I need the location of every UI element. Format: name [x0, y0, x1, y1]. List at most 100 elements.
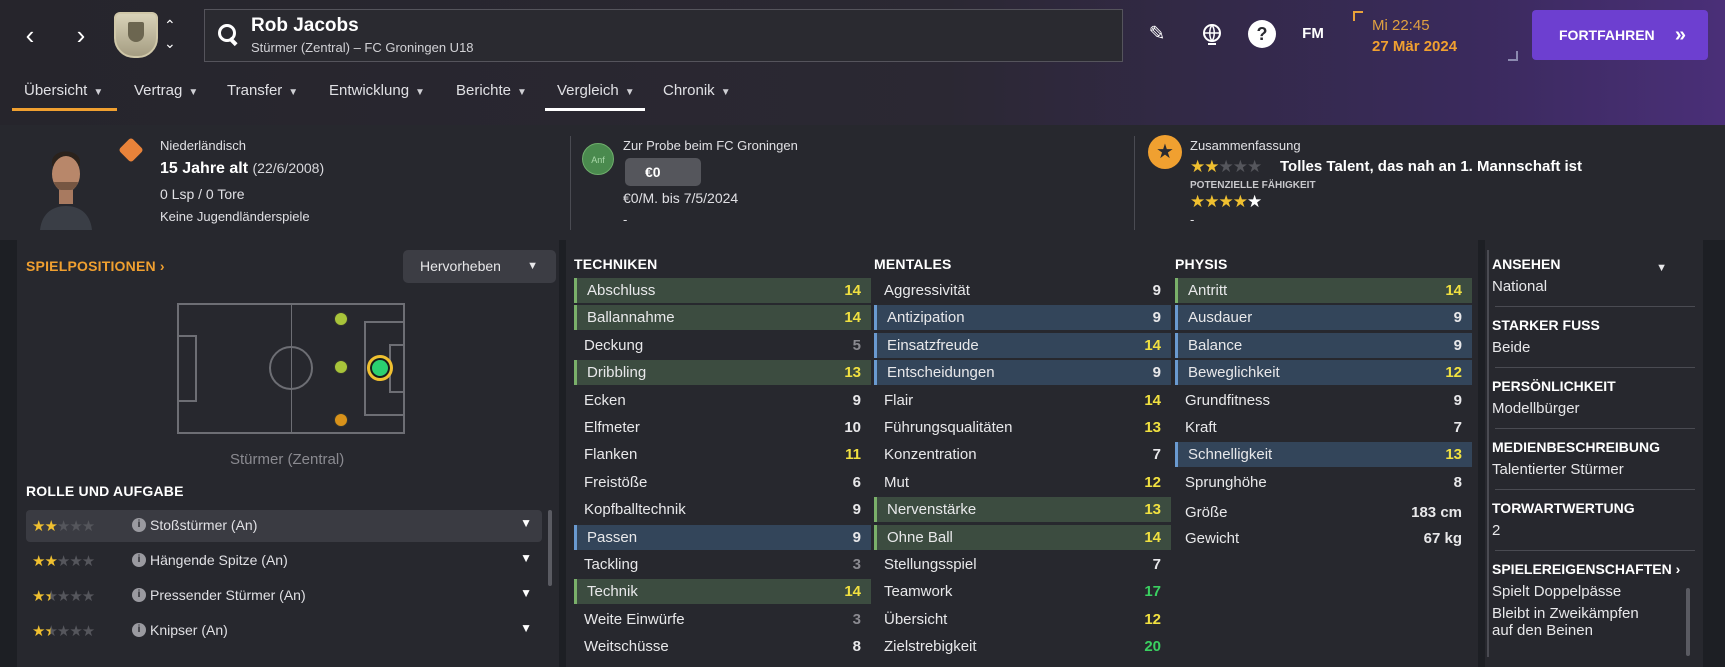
attribute-name: Beweglichkeit [1188, 364, 1280, 382]
value-badge[interactable]: €0 [625, 158, 701, 186]
attribute-row[interactable]: Antritt 14 [1175, 278, 1472, 303]
chevron-down-icon: ▼ [527, 260, 538, 272]
attribute-row[interactable]: Deckung 5 [574, 333, 871, 358]
player-search-box[interactable]: Rob Jacobs Stürmer (Zentral) – FC Gronin… [204, 9, 1123, 62]
forward-button[interactable]: › [66, 18, 96, 52]
info-icon[interactable]: i [132, 588, 146, 602]
attribute-row[interactable]: Elfmeter 10 [574, 415, 871, 440]
role-row[interactable]: ★★★★★ i Knipser (An) ▼ [26, 615, 542, 647]
globe-icon[interactable] [1198, 20, 1226, 48]
attribute-row[interactable]: Beweglichkeit 12 [1175, 360, 1472, 386]
main-position-dot[interactable] [367, 355, 393, 381]
info-icon[interactable]: i [132, 518, 146, 532]
attribute-row[interactable]: Dribbling 13 [574, 360, 871, 386]
reputation-section[interactable]: ANSEHEN National ▼ [1492, 256, 1717, 295]
attribute-row[interactable]: Entscheidungen 9 [874, 360, 1171, 386]
chevron-down-icon[interactable]: ▼ [520, 551, 532, 565]
tab-ubersicht[interactable]: Übersicht ▼ [12, 75, 117, 111]
attribute-value: 14 [844, 309, 861, 327]
highlight-dropdown[interactable]: Hervorheben ▼ [403, 250, 556, 283]
attribute-row[interactable]: Ohne Ball 14 [874, 524, 1171, 550]
position-dot[interactable] [334, 360, 348, 374]
attribute-value: 9 [1152, 364, 1161, 382]
tab-vertrag[interactable]: Vertrag ▼ [134, 75, 198, 111]
attribute-row[interactable]: Passen 9 [574, 524, 871, 550]
tab-vergleich[interactable]: Vergleich ▼ [545, 75, 645, 111]
info-icon[interactable]: i [132, 553, 146, 567]
attribute-row[interactable]: Abschluss 14 [574, 278, 871, 303]
attribute-row[interactable]: Führungsqualitäten 13 [874, 415, 1171, 440]
traits-section[interactable]: SPIELEREIGENSCHAFTEN › Spielt Doppelpässe… [1492, 561, 1717, 639]
attribute-row[interactable]: Ecken 9 [574, 388, 871, 413]
attribute-row[interactable]: Zielstrebigkeit 20 [874, 634, 1171, 659]
attribute-row[interactable]: Tackling 3 [574, 552, 871, 577]
attribute-row[interactable]: Ballannahme 14 [574, 305, 871, 331]
role-label: Pressender Stürmer (An) [150, 587, 306, 603]
attribute-row[interactable]: Konzentration 7 [874, 442, 1171, 467]
attribute-row[interactable]: Aggressivität 9 [874, 278, 1171, 303]
player-avatar[interactable] [38, 142, 94, 230]
chevron-down-icon[interactable]: ▼ [520, 621, 532, 635]
attribute-row[interactable]: Flair 14 [874, 388, 1171, 413]
chevron-down-icon[interactable]: ⌄ [164, 34, 176, 52]
edit-icon[interactable]: ✎ [1143, 20, 1171, 48]
position-dot[interactable] [334, 413, 348, 427]
attribute-row[interactable]: Ausdauer 9 [1175, 305, 1472, 331]
roles-scrollbar[interactable] [548, 510, 552, 586]
traits-scrollbar[interactable] [1686, 588, 1690, 656]
tab-chronik[interactable]: Chronik ▼ [663, 75, 731, 111]
attribute-row[interactable]: Schnelligkeit 13 [1175, 442, 1472, 468]
contract-status-badge[interactable]: Anf [582, 143, 614, 175]
tab-entwicklung[interactable]: Entwicklung ▼ [329, 75, 425, 111]
attribute-row[interactable]: Einsatzfreude 14 [874, 332, 1171, 358]
attribute-row[interactable]: Weitschüsse 8 [574, 634, 871, 659]
attribute-value: 7 [1453, 419, 1462, 436]
role-row[interactable]: ★★★★★ i Hängende Spitze (An) ▼ [26, 545, 542, 577]
attribute-row[interactable]: Antizipation 9 [874, 305, 1171, 331]
fm-menu-button[interactable]: FM [1299, 20, 1327, 48]
chevron-right-icon: › [1671, 561, 1681, 577]
gk-rating-section: TORWARTWERTUNG 2 [1492, 500, 1717, 539]
role-row[interactable]: ★★★★★ i Stoßstürmer (An) ▼ [26, 510, 542, 542]
chevron-down-icon[interactable]: ▼ [520, 516, 532, 530]
player-cycle-arrows[interactable]: ⌃ ⌄ [164, 16, 176, 52]
youth-caps: Keine Jugendländerspiele [160, 209, 310, 224]
chevron-down-icon[interactable]: ▼ [1656, 262, 1667, 274]
tab-transfer[interactable]: Transfer ▼ [227, 75, 298, 111]
attribute-row[interactable]: Grundfitness 9 [1175, 388, 1472, 413]
game-date[interactable]: Mi 22:45 27 Mär 2024 [1353, 11, 1518, 61]
traits-heading[interactable]: SPIELEREIGENSCHAFTEN › [1492, 561, 1717, 577]
attribute-name: Grundfitness [1185, 391, 1271, 409]
attribute-row[interactable]: Kraft 7 [1175, 415, 1472, 440]
attribute-row[interactable]: Flanken 11 [574, 442, 871, 467]
summary-title: Zusammenfassung [1190, 138, 1301, 153]
positions-title[interactable]: SPIELPOSITIONEN › [26, 258, 165, 274]
chevron-down-icon[interactable]: ▼ [520, 586, 532, 600]
tab-label: Vertrag [134, 82, 183, 99]
attribute-name: Dribbling [587, 364, 647, 382]
attribute-row[interactable]: Technik 14 [574, 579, 871, 605]
help-icon[interactable]: ? [1248, 20, 1276, 48]
attribute-row[interactable]: Nervenstärke 13 [874, 497, 1171, 523]
chevron-up-icon[interactable]: ⌃ [164, 16, 176, 34]
attribute-row[interactable]: Teamwork 17 [874, 579, 1171, 604]
attribute-row[interactable]: Weite Einwürfe 3 [574, 607, 871, 632]
chevron-right-icon: › [159, 258, 165, 274]
attribute-row[interactable]: Sprunghöhe 8 [1175, 470, 1472, 495]
attribute-row[interactable]: Übersicht 12 [874, 607, 1171, 632]
pitch-diagram [177, 303, 405, 434]
attribute-row[interactable]: Mut 12 [874, 470, 1171, 495]
back-button[interactable]: ‹ [15, 18, 45, 52]
attribute-row[interactable]: Stellungsspiel 7 [874, 552, 1171, 577]
position-dot[interactable] [334, 312, 348, 326]
role-row[interactable]: ★★★★★ i Pressender Stürmer (An) ▼ [26, 580, 542, 612]
search-icon[interactable] [217, 23, 239, 45]
attribute-row[interactable]: Balance 9 [1175, 332, 1472, 358]
info-icon[interactable]: i [132, 623, 146, 637]
club-crest[interactable] [114, 12, 158, 58]
continue-button[interactable]: FORTFAHREN » [1532, 10, 1708, 60]
attribute-value: 9 [852, 501, 861, 519]
attribute-row[interactable]: Freistöße 6 [574, 470, 871, 495]
tab-berichte[interactable]: Berichte ▼ [456, 75, 527, 111]
attribute-row[interactable]: Kopfballtechnik 9 [574, 497, 871, 522]
